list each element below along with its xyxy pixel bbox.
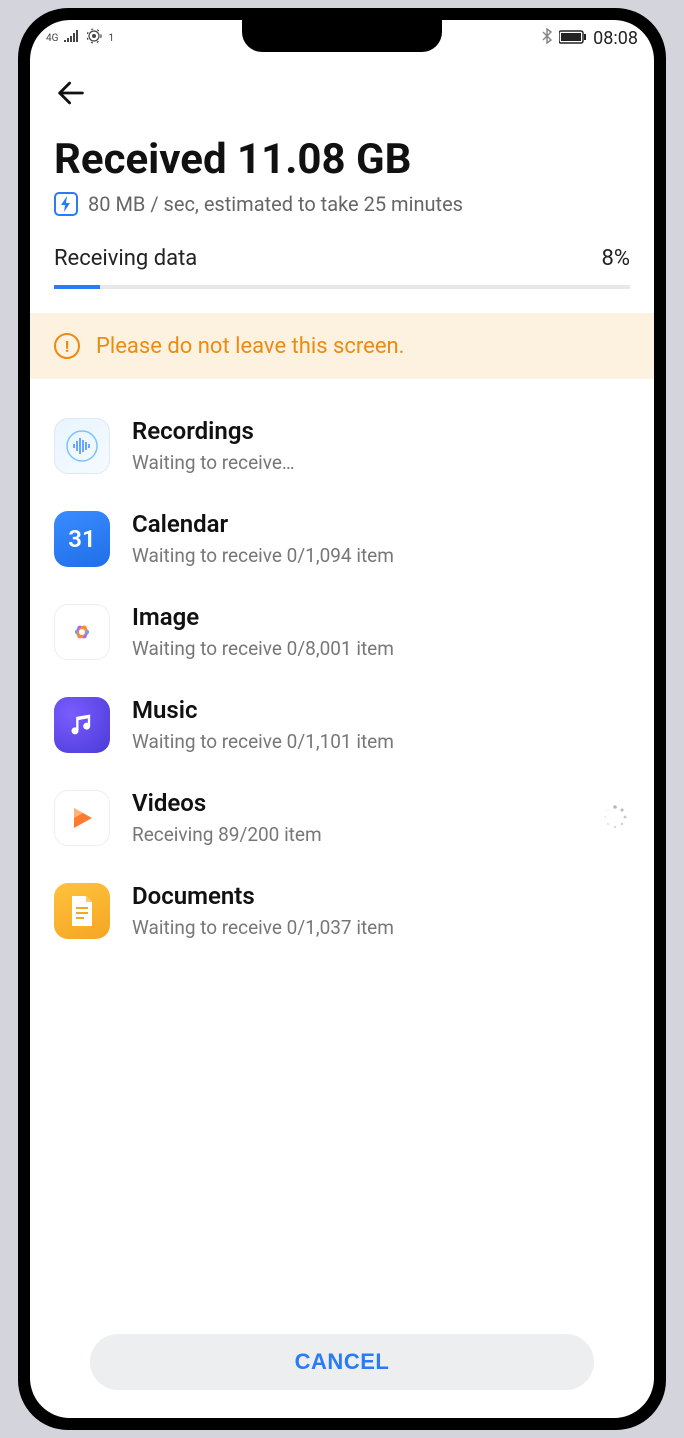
warning-banner: ! Please do not leave this screen. — [30, 313, 654, 379]
videos-icon — [54, 790, 110, 846]
list-item: Image Waiting to receive 0/8,001 item — [30, 585, 654, 678]
bolt-icon — [54, 192, 78, 216]
item-title: Music — [132, 696, 630, 724]
item-title: Calendar — [132, 510, 630, 538]
back-icon[interactable] — [54, 80, 88, 118]
item-status: Waiting to receive 0/1,101 item — [132, 730, 630, 753]
item-title: Image — [132, 603, 630, 631]
signal-icon — [64, 30, 80, 46]
item-status: Receiving 89/200 item — [132, 823, 580, 846]
status-time: 08:08 — [593, 28, 638, 49]
gallery-icon — [54, 604, 110, 660]
item-status: Waiting to receive 0/8,001 item — [132, 637, 630, 660]
bluetooth-icon — [541, 28, 553, 49]
progress-fill — [54, 285, 100, 289]
list-item: Music Waiting to receive 0/1,101 item — [30, 678, 654, 771]
item-status: Waiting to receive 0/1,094 item — [132, 544, 630, 567]
cancel-button[interactable]: CANCEL — [90, 1334, 594, 1390]
loading-spinner-icon — [602, 804, 630, 832]
recordings-icon — [54, 418, 110, 474]
transfer-list: Recordings Waiting to receive… 31 Calend… — [30, 379, 654, 1314]
item-title: Videos — [132, 789, 580, 817]
calendar-icon: 31 — [54, 511, 110, 567]
page-title: Received 11.08 GB — [54, 135, 630, 184]
progress-bar — [54, 285, 630, 289]
progress-percent: 8% — [602, 246, 630, 271]
music-icon — [54, 697, 110, 753]
progress-label: Receiving data — [54, 246, 197, 271]
transfer-rate: 80 MB / sec, estimated to take 25 minute… — [88, 192, 463, 216]
warning-text: Please do not leave this screen. — [96, 334, 404, 359]
notch — [242, 20, 442, 52]
hotspot-icon — [86, 28, 102, 48]
battery-icon — [559, 28, 587, 49]
item-status: Waiting to receive… — [132, 451, 630, 474]
item-status: Waiting to receive 0/1,037 item — [132, 916, 630, 939]
list-item: 31 Calendar Waiting to receive 0/1,094 i… — [30, 492, 654, 585]
list-item: Recordings Waiting to receive… — [30, 399, 654, 492]
warning-icon: ! — [54, 333, 80, 359]
item-title: Documents — [132, 882, 630, 910]
hotspot-badge: 1 — [108, 33, 114, 44]
list-item: Documents Waiting to receive 0/1,037 ite… — [30, 864, 654, 957]
list-item: Videos Receiving 89/200 item — [30, 771, 654, 864]
documents-icon — [54, 883, 110, 939]
item-title: Recordings — [132, 417, 630, 445]
signal-4g-label: 4G — [46, 33, 58, 44]
